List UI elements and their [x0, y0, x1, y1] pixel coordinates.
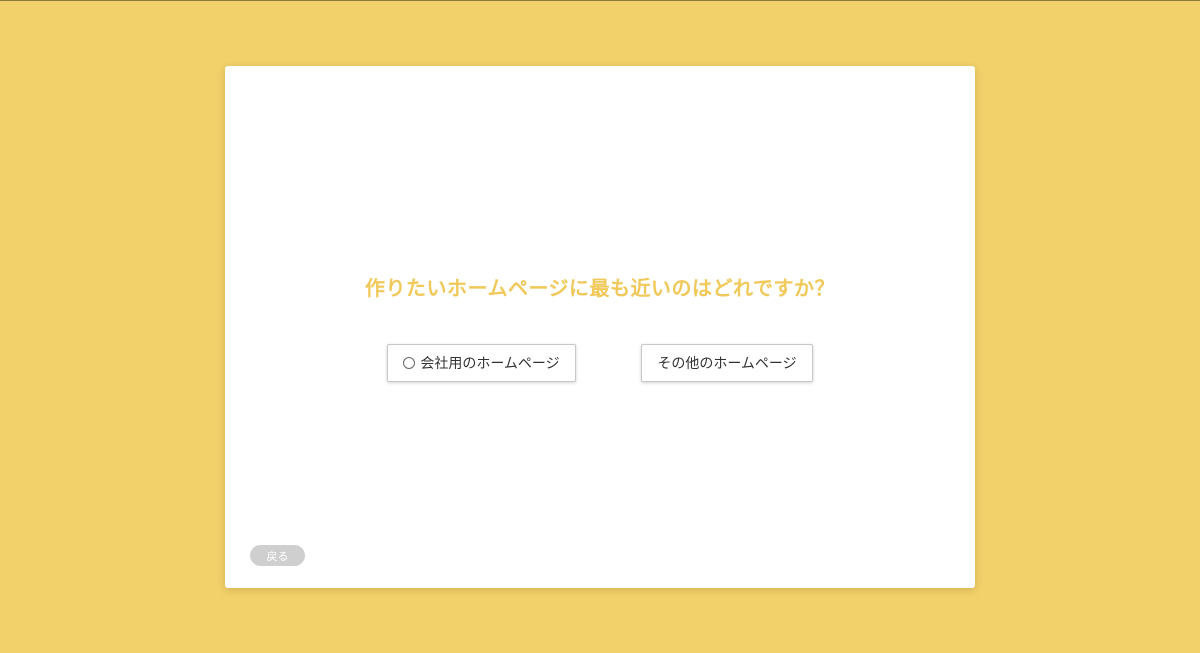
top-border-line: [0, 0, 1200, 1]
back-button[interactable]: 戻る: [250, 545, 305, 566]
question-title: 作りたいホームページに最も近いのはどれですか？: [365, 276, 835, 300]
back-button-label: 戻る: [266, 549, 289, 563]
option-company-homepage-label: 会社用のホームページ: [420, 356, 560, 372]
question-card: [225, 66, 975, 588]
option-other-homepage-label: その他のホームページ: [657, 356, 797, 372]
option-other-homepage-button[interactable]: その他のホームページ: [641, 344, 813, 382]
radio-circle-icon: [403, 357, 416, 369]
option-company-homepage-button[interactable]: 会社用のホームページ: [387, 344, 576, 382]
